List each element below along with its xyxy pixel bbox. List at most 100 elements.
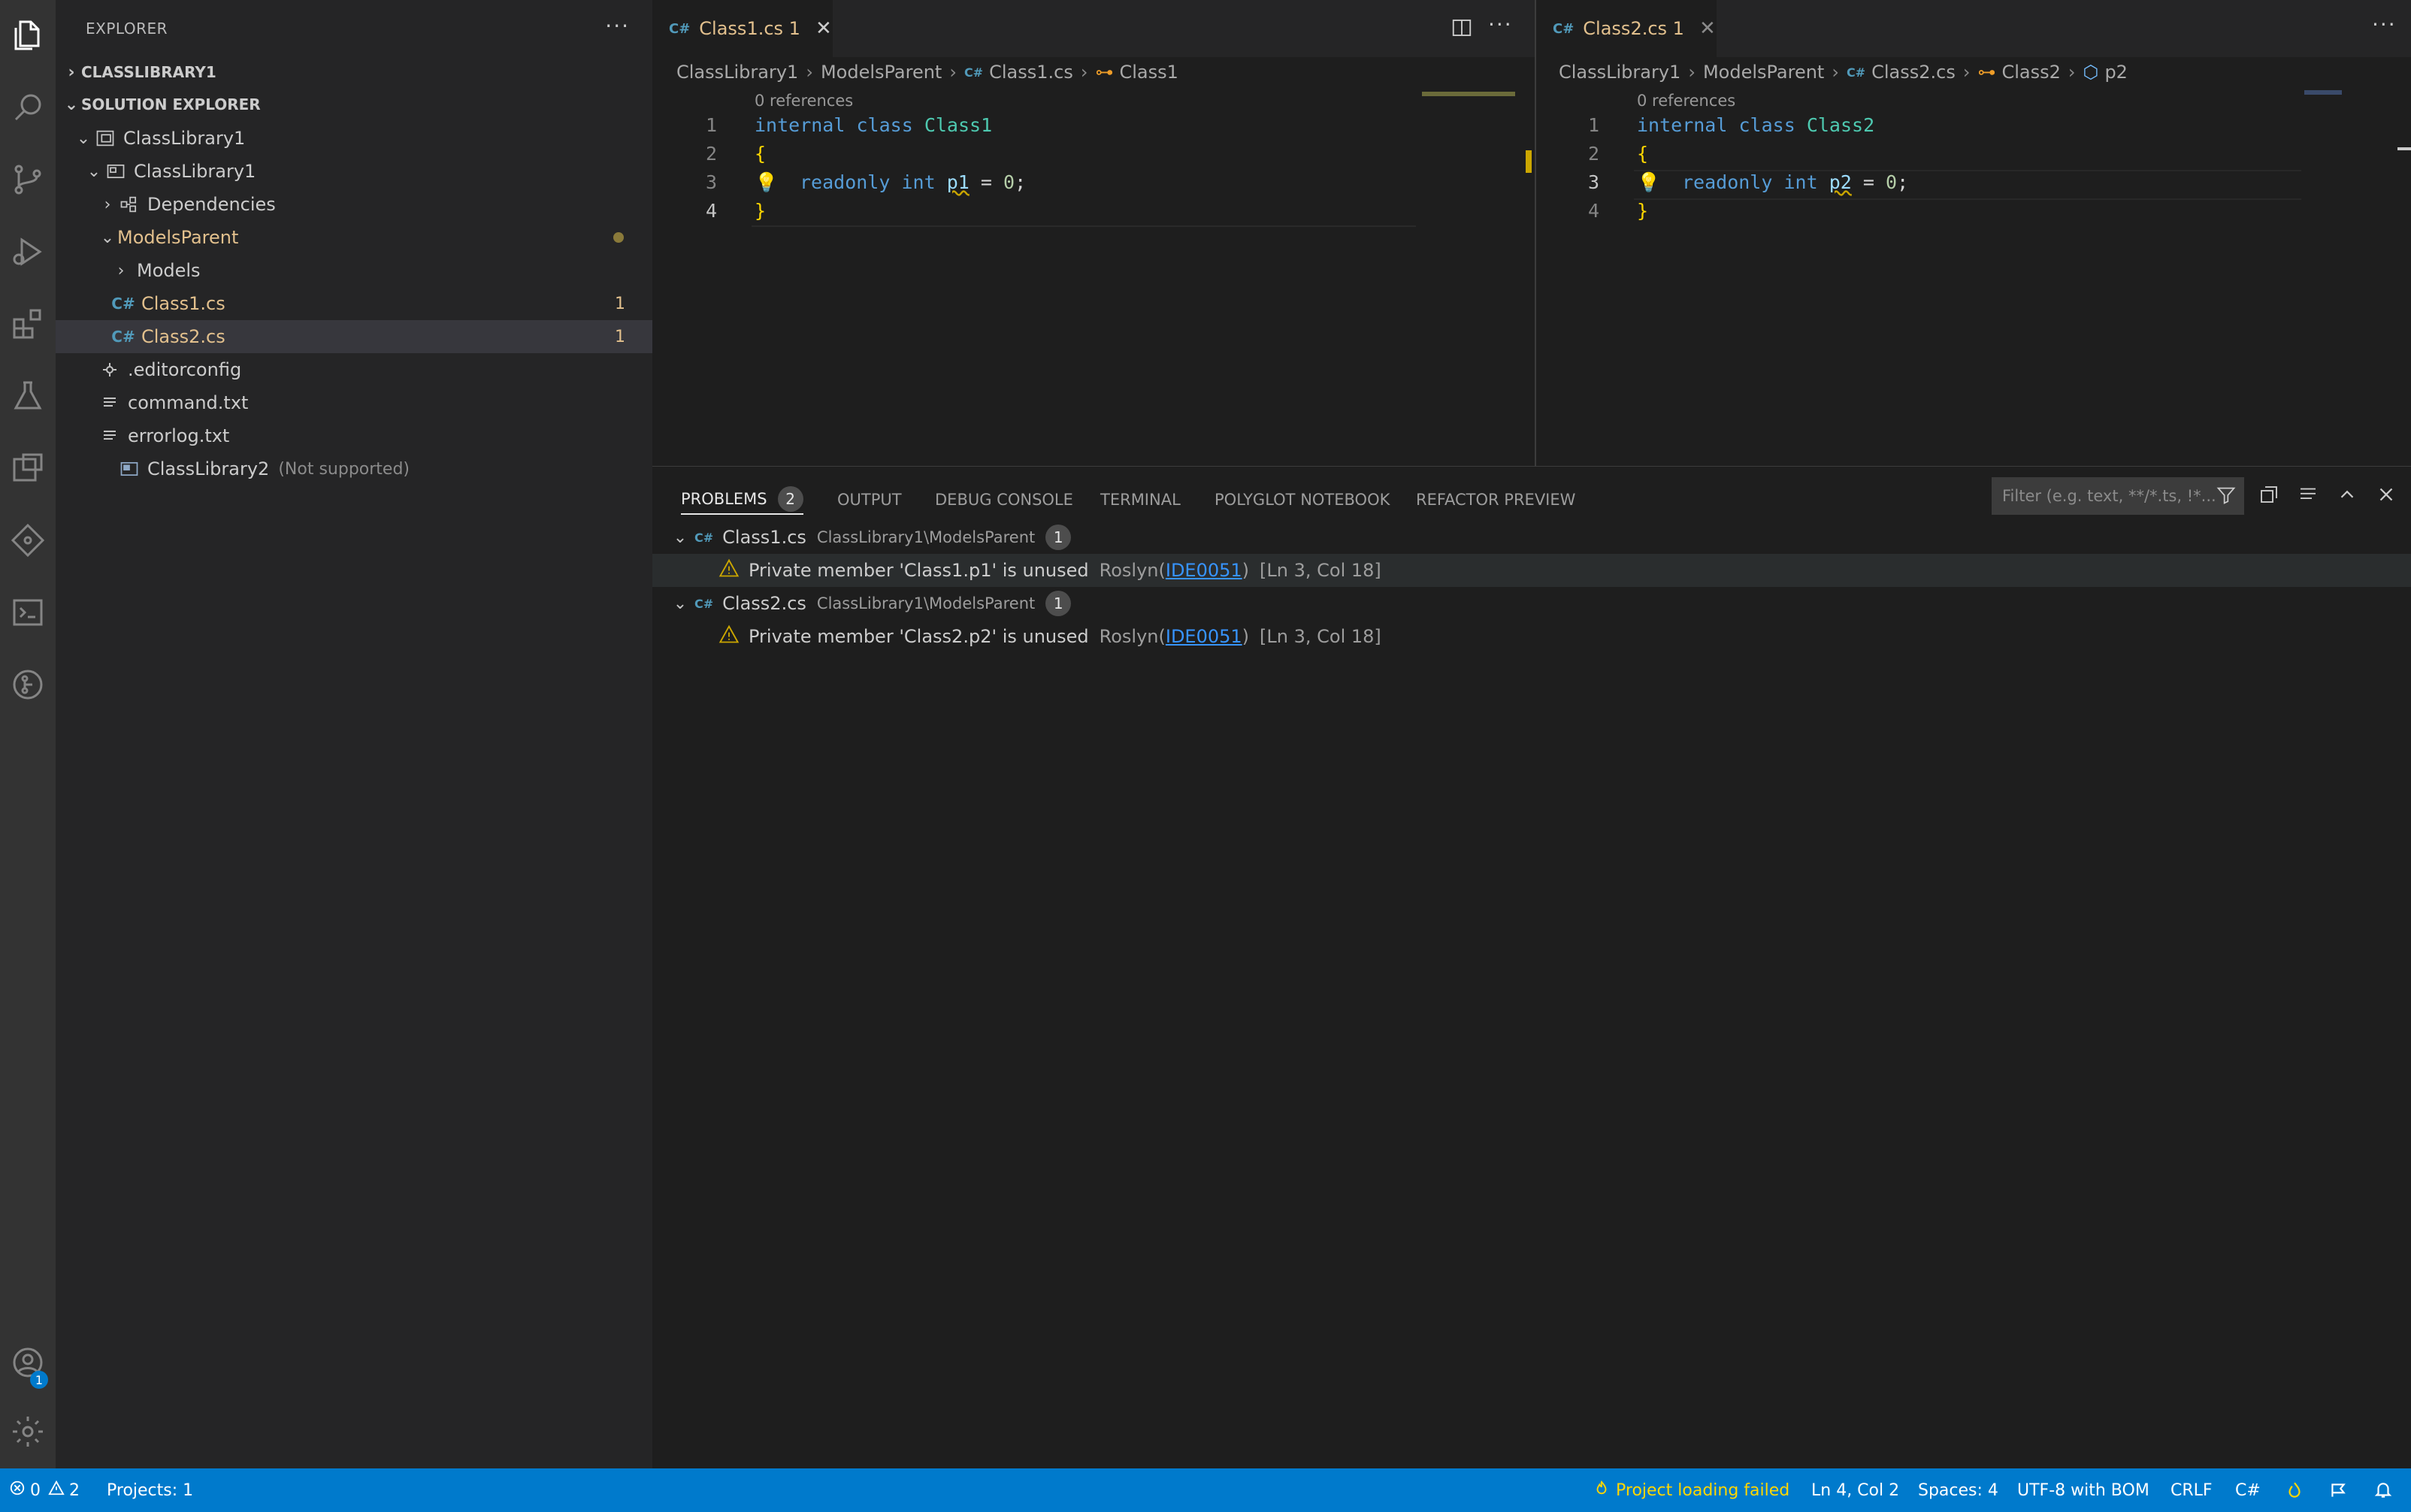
- gitlens-icon[interactable]: [0, 651, 56, 718]
- chevron-right-icon: ›: [806, 62, 813, 83]
- maximize-panel-icon[interactable]: [2336, 483, 2358, 509]
- code-line-2[interactable]: {: [755, 143, 766, 165]
- filter-placeholder: Filter (e.g. text, **/*.ts, !*...: [2002, 487, 2216, 505]
- minimap[interactable]: [1422, 92, 1515, 96]
- solution-explorer-header[interactable]: ⌄ SOLUTION EXPLORER: [56, 89, 652, 120]
- source-control-icon[interactable]: [0, 146, 56, 213]
- project-loading-status[interactable]: Project loading failed: [1593, 1468, 1789, 1512]
- testing-icon[interactable]: [0, 362, 56, 430]
- sidebar-title: EXPLORER: [86, 20, 168, 38]
- chevron-down-icon: ⌄: [76, 129, 91, 148]
- code-line-1[interactable]: internal class Class1: [755, 114, 992, 136]
- breadcrumb-item[interactable]: p2: [2104, 62, 2128, 83]
- code-line-4[interactable]: }: [1637, 200, 1648, 222]
- tree-item-errorlog-txt[interactable]: errorlog.txt: [56, 419, 652, 452]
- view-as-list-icon[interactable]: [2297, 483, 2319, 509]
- breadcrumb-item[interactable]: Class2.cs: [1871, 62, 1956, 83]
- code-line-3[interactable]: 💡 readonly int p1 = 0;: [755, 171, 1026, 194]
- sidebar-more-button[interactable]: ···: [605, 14, 630, 38]
- breadcrumb-item[interactable]: Class1: [1119, 62, 1178, 83]
- chevron-down-icon: ⌄: [86, 162, 101, 181]
- tab-polyglot-notebook[interactable]: POLYGLOT NOTEBOOK: [1215, 485, 1390, 515]
- breadcrumb-item[interactable]: ModelsParent: [821, 62, 942, 83]
- tree-item-solution[interactable]: ⌄ ClassLibrary1: [56, 122, 652, 155]
- extensions-icon[interactable]: [0, 290, 56, 358]
- more-actions-icon[interactable]: ···: [2372, 12, 2397, 37]
- breadcrumb-item[interactable]: ModelsParent: [1703, 62, 1824, 83]
- collapse-all-icon[interactable]: [2258, 483, 2280, 509]
- copilot-icon[interactable]: [2285, 1468, 2304, 1512]
- tree-item-dependencies[interactable]: › Dependencies: [56, 188, 652, 221]
- search-icon[interactable]: [0, 74, 56, 141]
- problem-file-row[interactable]: ⌄ C# Class2.cs ClassLibrary1\ModelsParen…: [652, 587, 2411, 620]
- tree-item-project[interactable]: ⌄ ClassLibrary1: [56, 155, 652, 188]
- tab-class2[interactable]: C# Class2.cs 1 ✕: [1536, 0, 1717, 57]
- lightbulb-icon[interactable]: 💡: [755, 171, 800, 194]
- remote-explorer-icon[interactable]: [0, 434, 56, 502]
- codelens-references[interactable]: 0 references: [1637, 92, 1735, 110]
- folder-section-header[interactable]: › CLASSLIBRARY1: [56, 56, 652, 88]
- split-editor-icon[interactable]: [1451, 17, 1473, 39]
- csproj-icon: [104, 159, 128, 183]
- problem-code-link[interactable]: IDE0051: [1166, 626, 1242, 647]
- code-line-4[interactable]: }: [755, 200, 766, 222]
- code-line-1[interactable]: internal class Class2: [1637, 114, 1874, 136]
- breadcrumb-item[interactable]: Class2: [2001, 62, 2060, 83]
- close-icon[interactable]: ✕: [815, 17, 832, 40]
- code-line-2[interactable]: {: [1637, 143, 1648, 165]
- language-mode[interactable]: C#: [2235, 1468, 2261, 1512]
- tree-item-command-txt[interactable]: command.txt: [56, 386, 652, 419]
- problems-status[interactable]: 0 2: [9, 1468, 80, 1512]
- problem-file-path: ClassLibrary1\ModelsParent: [816, 528, 1036, 546]
- tab-problems[interactable]: PROBLEMS 2: [681, 485, 803, 515]
- projects-status[interactable]: Projects: 1: [107, 1468, 193, 1512]
- chevron-down-icon: ⌄: [673, 594, 688, 613]
- tree-item-class1[interactable]: C# Class1.cs 1: [56, 287, 652, 320]
- explorer-icon[interactable]: [0, 2, 56, 69]
- notifications-bell-icon[interactable]: [2373, 1468, 2393, 1512]
- activity-bar: 1: [0, 0, 56, 1468]
- problem-item[interactable]: Private member 'Class2.p2' is unused Ros…: [652, 620, 2411, 653]
- tree-item-editorconfig[interactable]: .editorconfig: [56, 353, 652, 386]
- code-line-3[interactable]: 💡 readonly int p2 = 0;: [1637, 171, 1908, 194]
- problem-location: [Ln 3, Col 18]: [1260, 560, 1381, 581]
- breadcrumb-item[interactable]: ClassLibrary1: [1559, 62, 1680, 83]
- eol-status[interactable]: CRLF: [2171, 1468, 2213, 1512]
- accounts-icon[interactable]: 1: [0, 1329, 56, 1396]
- tree-item-modelsparent[interactable]: ⌄ ModelsParent: [56, 221, 652, 254]
- terminal-icon[interactable]: [0, 579, 56, 646]
- feedback-icon[interactable]: [2328, 1468, 2348, 1512]
- encoding-status[interactable]: UTF-8 with BOM: [2017, 1468, 2149, 1512]
- chevron-right-icon: ›: [2068, 62, 2076, 83]
- codelens-references[interactable]: 0 references: [755, 92, 853, 110]
- tab-class1[interactable]: C# Class1.cs 1 ✕: [652, 0, 833, 57]
- problems-filter-input[interactable]: Filter (e.g. text, **/*.ts, !*...: [1992, 477, 2244, 515]
- breadcrumb-item[interactable]: ClassLibrary1: [676, 62, 798, 83]
- run-debug-icon[interactable]: [0, 218, 56, 286]
- tree-item-label: Class2.cs: [141, 326, 225, 347]
- close-panel-icon[interactable]: [2375, 483, 2397, 509]
- problem-code-link[interactable]: IDE0051: [1166, 560, 1242, 581]
- tree-item-class2[interactable]: C# Class2.cs 1: [56, 320, 652, 353]
- more-actions-icon[interactable]: ···: [1488, 12, 1513, 37]
- problem-item[interactable]: Private member 'Class1.p1' is unused Ros…: [652, 554, 2411, 587]
- breadcrumb-item[interactable]: Class1.cs: [989, 62, 1073, 83]
- problem-file-row[interactable]: ⌄ C# Class1.cs ClassLibrary1\ModelsParen…: [652, 521, 2411, 554]
- tree-item-classlibrary2[interactable]: ClassLibrary2 (Not supported): [56, 452, 652, 485]
- filter-icon[interactable]: [2216, 485, 2237, 510]
- minimap[interactable]: [2304, 90, 2342, 95]
- close-icon[interactable]: ✕: [1699, 17, 1716, 40]
- tree-item-models[interactable]: › Models: [56, 254, 652, 287]
- lightbulb-icon[interactable]: 💡: [1637, 171, 1682, 194]
- git-icon[interactable]: [0, 507, 56, 574]
- csharp-file-icon: C#: [963, 65, 984, 80]
- tab-refactor-preview[interactable]: REFACTOR PREVIEW: [1416, 485, 1575, 515]
- indentation-status[interactable]: Spaces: 4: [1918, 1468, 1998, 1512]
- tab-debug-console[interactable]: DEBUG CONSOLE: [935, 485, 1073, 515]
- manage-gear-icon[interactable]: [0, 1398, 56, 1465]
- cursor-position[interactable]: Ln 4, Col 2: [1811, 1468, 1899, 1512]
- problem-file-path: ClassLibrary1\ModelsParent: [816, 594, 1036, 612]
- tab-terminal[interactable]: TERMINAL: [1100, 485, 1181, 515]
- tab-output[interactable]: OUTPUT: [837, 485, 902, 515]
- line-number: 3: [705, 171, 717, 193]
